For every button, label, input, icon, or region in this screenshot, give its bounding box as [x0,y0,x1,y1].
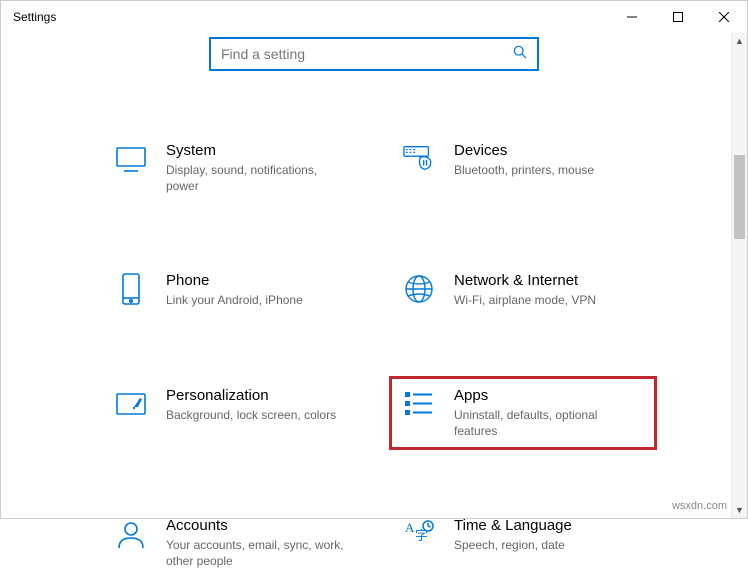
apps-icon [402,387,436,421]
tile-title: Devices [454,142,594,159]
tile-accounts[interactable]: Accounts Your accounts, email, sync, wor… [101,506,369,580]
tile-desc: Bluetooth, printers, mouse [454,162,594,178]
tile-title: System [166,142,346,159]
tile-title: Personalization [166,387,336,404]
tile-title: Apps [454,387,634,404]
search-container [1,37,747,71]
tile-desc: Background, lock screen, colors [166,407,336,423]
vertical-scrollbar[interactable]: ▲ ▼ [731,33,747,518]
window-title: Settings [13,10,56,24]
tile-desc: Your accounts, email, sync, work, other … [166,537,346,569]
tile-desc: Display, sound, notifications, power [166,162,346,194]
tile-desc: Speech, region, date [454,537,572,553]
tile-phone[interactable]: Phone Link your Android, iPhone [101,261,369,319]
tile-devices[interactable]: Devices Bluetooth, printers, mouse [389,131,657,205]
search-box[interactable] [209,37,539,71]
network-icon [402,272,436,306]
tile-title: Accounts [166,517,346,534]
devices-icon [402,142,436,176]
personalization-icon [114,387,148,421]
tile-system[interactable]: System Display, sound, notifications, po… [101,131,369,205]
phone-icon [114,272,148,306]
accounts-icon [114,517,148,551]
tile-desc: Link your Android, iPhone [166,292,303,308]
svg-text:A: A [405,520,415,535]
minimize-button[interactable] [609,1,655,33]
close-button[interactable] [701,1,747,33]
titlebar: Settings [1,1,747,33]
tile-desc: Wi-Fi, airplane mode, VPN [454,292,596,308]
tile-time-language[interactable]: A 字 Time & Language Speech, region, date [389,506,657,580]
settings-grid-container: System Display, sound, notifications, po… [1,71,747,580]
maximize-button[interactable] [655,1,701,33]
watermark: wsxdn.com [672,500,727,512]
tile-desc: Uninstall, defaults, optional features [454,407,634,439]
time-language-icon: A 字 [402,517,436,551]
tile-title: Network & Internet [454,272,596,289]
search-input[interactable] [221,46,513,62]
tile-title: Phone [166,272,303,289]
scroll-up-arrow[interactable]: ▲ [732,33,747,49]
scrollbar-thumb[interactable] [734,155,745,239]
tile-title: Time & Language [454,517,572,534]
tile-network[interactable]: Network & Internet Wi-Fi, airplane mode,… [389,261,657,319]
window-controls [609,1,747,33]
system-icon [114,142,148,176]
tile-apps[interactable]: Apps Uninstall, defaults, optional featu… [389,376,657,450]
search-icon [513,45,527,64]
scroll-down-arrow[interactable]: ▼ [732,502,747,518]
tile-personalization[interactable]: Personalization Background, lock screen,… [101,376,369,450]
